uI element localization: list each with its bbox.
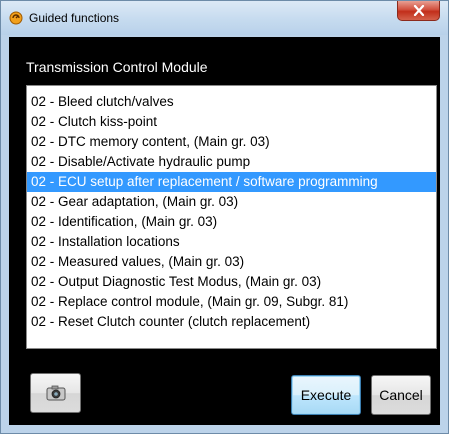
list-item[interactable]: 02 - Measured values, (Main gr. 03) bbox=[27, 252, 436, 272]
cancel-button[interactable]: Cancel bbox=[371, 375, 431, 415]
list-item[interactable]: 02 - Installation locations bbox=[27, 232, 436, 252]
list-item[interactable]: 02 - Output Diagnostic Test Modus, (Main… bbox=[27, 272, 436, 292]
app-icon bbox=[9, 11, 23, 25]
close-icon bbox=[413, 5, 425, 16]
list-item[interactable]: 02 - Clutch kiss-point bbox=[27, 112, 436, 132]
close-button[interactable] bbox=[397, 1, 440, 21]
function-list[interactable]: 02 - Bleed clutch/valves 02 - Clutch kis… bbox=[26, 85, 437, 349]
dialog-window: Guided functions Transmission Control Mo… bbox=[0, 0, 449, 434]
list-item[interactable]: 02 - Gear adaptation, (Main gr. 03) bbox=[27, 192, 436, 212]
camera-icon bbox=[46, 385, 66, 401]
list-item[interactable]: 02 - DTC memory content, (Main gr. 03) bbox=[27, 132, 436, 152]
title-bar[interactable]: Guided functions bbox=[1, 1, 448, 35]
list-item[interactable]: 02 - Replace control module, (Main gr. 0… bbox=[27, 292, 436, 312]
list-item[interactable]: 02 - Identification, (Main gr. 03) bbox=[27, 212, 436, 232]
list-item[interactable]: 02 - Reset Clutch counter (clutch replac… bbox=[27, 312, 436, 332]
dialog-content: Transmission Control Module 02 - Bleed c… bbox=[9, 37, 440, 425]
window-title: Guided functions bbox=[29, 11, 120, 25]
list-item[interactable]: 02 - Bleed clutch/valves bbox=[27, 92, 436, 112]
module-title: Transmission Control Module bbox=[26, 59, 208, 75]
execute-button[interactable]: Execute bbox=[291, 375, 361, 415]
list-item[interactable]: 02 - Disable/Activate hydraulic pump bbox=[27, 152, 436, 172]
screenshot-button[interactable] bbox=[30, 373, 81, 413]
list-item-selected[interactable]: 02 - ECU setup after replacement / softw… bbox=[27, 172, 436, 192]
